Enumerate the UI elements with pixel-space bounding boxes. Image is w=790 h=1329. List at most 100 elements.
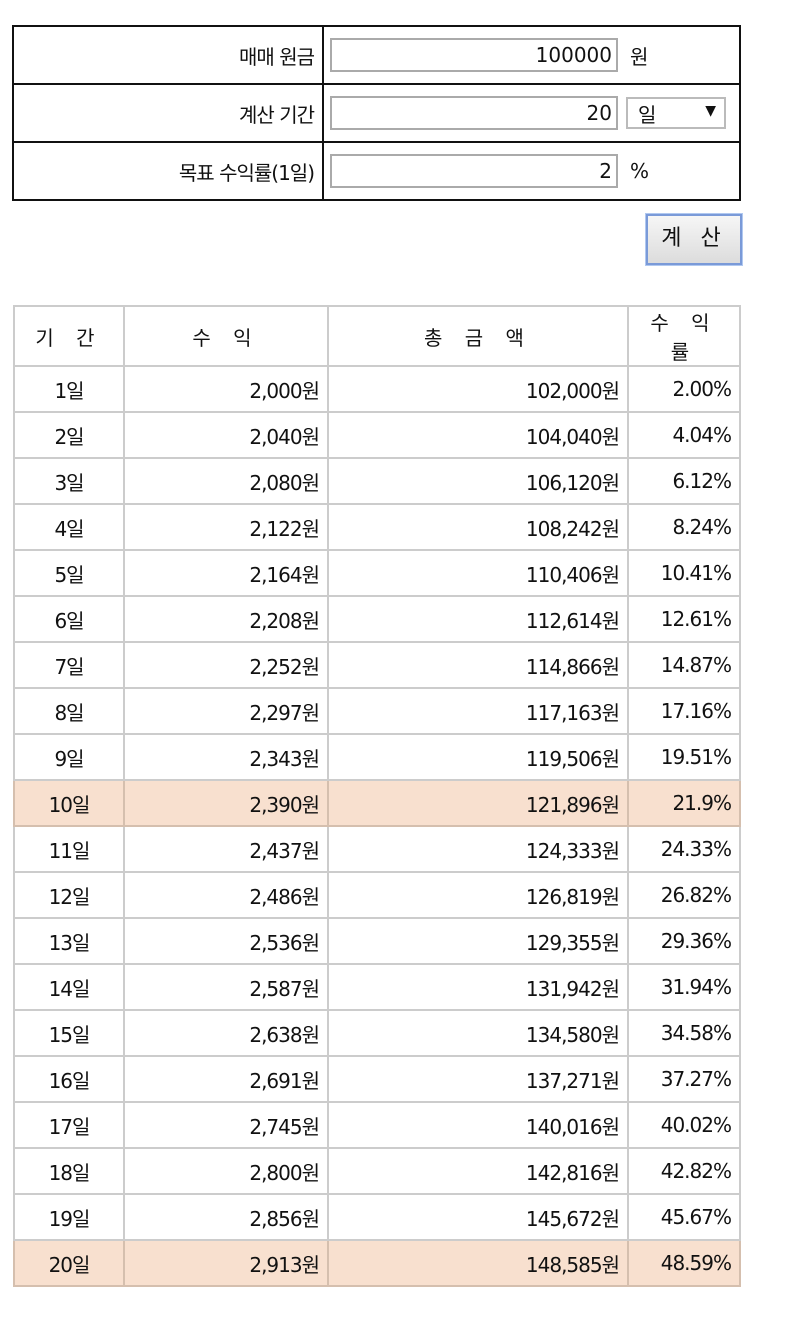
table-row: 13일 2,536원 129,355원 29.36% <box>13 917 741 965</box>
profit-cell: 2,913원 <box>123 1239 329 1287</box>
profit-cell: 2,587원 <box>123 963 329 1011</box>
principal-input[interactable]: 100000 <box>330 38 618 72</box>
dropdown-arrow-icon: ▼ <box>705 103 716 119</box>
rate-cell: 31.94% <box>627 963 741 1011</box>
period-cell: 3일 <box>13 457 125 505</box>
profit-cell: 2,208원 <box>123 595 329 643</box>
total-cell: 119,506원 <box>327 733 629 781</box>
rate-cell: 40.02% <box>627 1101 741 1149</box>
header-rate: 수 익 률 <box>627 305 741 367</box>
table-row: 4일 2,122원 108,242원 8.24% <box>13 503 741 551</box>
period-cell: 6일 <box>13 595 125 643</box>
total-cell: 148,585원 <box>327 1239 629 1287</box>
period-cell: 20일 <box>13 1239 125 1287</box>
calculate-button[interactable]: 계 산 <box>646 214 742 265</box>
period-cell: 16일 <box>13 1055 125 1103</box>
rate-cell: 42.82% <box>627 1147 741 1195</box>
rate-cell: 2.00% <box>627 365 741 413</box>
table-row: 9일 2,343원 119,506원 19.51% <box>13 733 741 781</box>
table-row: 20일 2,913원 148,585원 48.59% <box>13 1239 741 1287</box>
total-cell: 142,816원 <box>327 1147 629 1195</box>
period-cell: 19일 <box>13 1193 125 1241</box>
period-unit-select[interactable]: 일 ▼ <box>626 97 726 129</box>
total-cell: 121,896원 <box>327 779 629 827</box>
period-cell: 17일 <box>13 1101 125 1149</box>
table-row: 11일 2,437원 124,333원 24.33% <box>13 825 741 873</box>
profit-cell: 2,164원 <box>123 549 329 597</box>
table-row: 12일 2,486원 126,819원 26.82% <box>13 871 741 919</box>
rate-row: 목표 수익률(1일) 2% <box>12 141 741 201</box>
rate-cell: 21.9% <box>627 779 741 827</box>
rate-cell: 8.24% <box>627 503 741 551</box>
table-row: 6일 2,208원 112,614원 12.61% <box>13 595 741 643</box>
rate-label: 목표 수익률(1일) <box>12 141 324 201</box>
profit-cell: 2,040원 <box>123 411 329 459</box>
total-cell: 124,333원 <box>327 825 629 873</box>
profit-cell: 2,745원 <box>123 1101 329 1149</box>
period-cell: 1일 <box>13 365 125 413</box>
rate-cell: 4.04% <box>627 411 741 459</box>
rate-cell: 37.27% <box>627 1055 741 1103</box>
rate-cell: 19.51% <box>627 733 741 781</box>
profit-cell: 2,800원 <box>123 1147 329 1195</box>
table-row: 7일 2,252원 114,866원 14.87% <box>13 641 741 689</box>
profit-cell: 2,691원 <box>123 1055 329 1103</box>
table-row: 5일 2,164원 110,406원 10.41% <box>13 549 741 597</box>
period-cell: 14일 <box>13 963 125 1011</box>
table-row: 1일 2,000원 102,000원 2.00% <box>13 365 741 413</box>
profit-cell: 2,856원 <box>123 1193 329 1241</box>
total-cell: 140,016원 <box>327 1101 629 1149</box>
period-cell: 10일 <box>13 779 125 827</box>
table-row: 2일 2,040원 104,040원 4.04% <box>13 411 741 459</box>
rate-unit: % <box>630 159 650 183</box>
period-cell: 11일 <box>13 825 125 873</box>
principal-row: 매매 원금 100000 원 <box>12 25 741 85</box>
table-row: 18일 2,800원 142,816원 42.82% <box>13 1147 741 1195</box>
total-cell: 137,271원 <box>327 1055 629 1103</box>
period-cell: 4일 <box>13 503 125 551</box>
period-label: 계산 기간 <box>12 83 324 143</box>
total-cell: 145,672원 <box>327 1193 629 1241</box>
period-cell: 15일 <box>13 1009 125 1057</box>
principal-unit: 원 <box>630 44 649 69</box>
table-header: 기 간 수 익 총 금 액 수 익 률 <box>13 305 741 367</box>
profit-cell: 2,122원 <box>123 503 329 551</box>
period-cell: 5일 <box>13 549 125 597</box>
profit-cell: 2,486원 <box>123 871 329 919</box>
table-row: 15일 2,638원 134,580원 34.58% <box>13 1009 741 1057</box>
table-row: 10일 2,390원 121,896원 21.9% <box>13 779 741 827</box>
rate-cell: 34.58% <box>627 1009 741 1057</box>
period-row: 계산 기간 20 일 ▼ <box>12 83 741 143</box>
period-input[interactable]: 20 <box>330 96 618 130</box>
rate-cell: 17.16% <box>627 687 741 735</box>
results-table: 기 간 수 익 총 금 액 수 익 률 1일 2,000원 102,000원 2.00… <box>13 305 741 1287</box>
input-form: 매매 원금 100000 원 계산 기간 20 일 ▼ 목표 수익률(1일) 2% <box>12 25 741 201</box>
profit-cell: 2,536원 <box>123 917 329 965</box>
total-cell: 104,040원 <box>327 411 629 459</box>
rate-cell: 24.33% <box>627 825 741 873</box>
table-row: 16일 2,691원 137,271원 37.27% <box>13 1055 741 1103</box>
profit-cell: 2,343원 <box>123 733 329 781</box>
profit-cell: 2,000원 <box>123 365 329 413</box>
period-cell: 2일 <box>13 411 125 459</box>
table-row: 14일 2,587원 131,942원 31.94% <box>13 963 741 1011</box>
period-cell: 13일 <box>13 917 125 965</box>
total-cell: 102,000원 <box>327 365 629 413</box>
profit-cell: 2,437원 <box>123 825 329 873</box>
rate-cell: 29.36% <box>627 917 741 965</box>
total-cell: 110,406원 <box>327 549 629 597</box>
rate-input[interactable]: 2 <box>330 154 618 188</box>
profit-cell: 2,297원 <box>123 687 329 735</box>
table-row: 8일 2,297원 117,163원 17.16% <box>13 687 741 735</box>
period-cell: 8일 <box>13 687 125 735</box>
total-cell: 134,580원 <box>327 1009 629 1057</box>
rate-cell: 10.41% <box>627 549 741 597</box>
rate-cell: 14.87% <box>627 641 741 689</box>
total-cell: 126,819원 <box>327 871 629 919</box>
period-unit-value: 일 <box>638 103 657 127</box>
principal-label: 매매 원금 <box>12 25 324 85</box>
period-cell: 7일 <box>13 641 125 689</box>
total-cell: 131,942원 <box>327 963 629 1011</box>
profit-cell: 2,638원 <box>123 1009 329 1057</box>
total-cell: 117,163원 <box>327 687 629 735</box>
